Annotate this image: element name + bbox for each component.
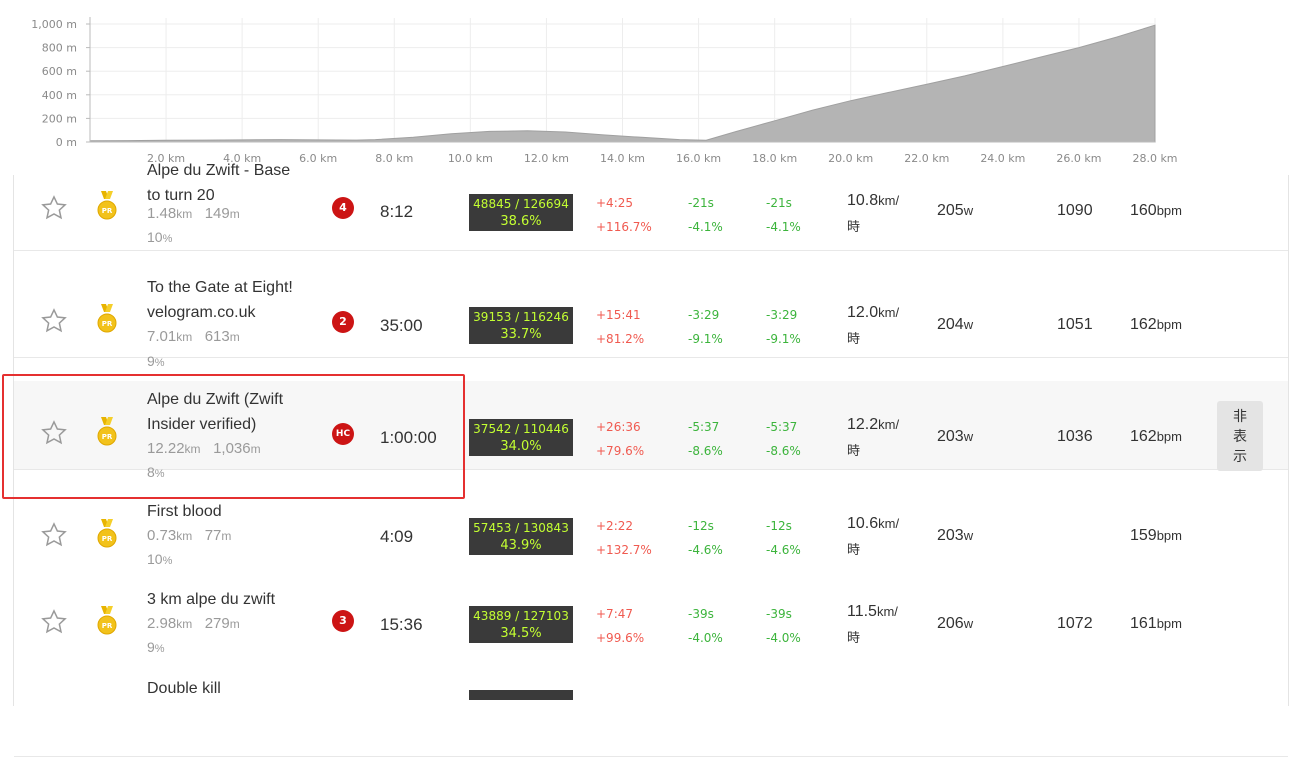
table-row: PR 3 km alpe du zwift 2.98km 279m 9% 3 1… [14,580,1288,669]
rank-badge [469,690,573,700]
table-row: Double kill [14,668,1288,757]
pr-medal-icon: PR [95,303,119,335]
segment-name[interactable]: First blood [147,499,327,524]
energy: 1036 [1057,428,1093,445]
heart-rate: 161bpm [1130,615,1182,632]
segment-name[interactable]: Alpe du Zwift - Base to turn 20 [147,158,327,208]
diff-vs-kom: +15:41 +81.2% [596,308,645,346]
segment-time: 35:00 [380,316,423,335]
diff-vs-pr: -12s -4.6% [688,519,723,557]
star-icon[interactable] [40,194,68,222]
star-icon[interactable] [40,521,68,549]
power: 206w [937,615,974,632]
segment-name[interactable]: 3 km alpe du zwift [147,587,327,612]
y-tick-label: 800 m [42,42,77,55]
segment-stats: 1.48km 149m [147,205,240,222]
diff-vs-pr: -21s -4.1% [688,196,723,234]
diff-vs-pr: -5:37 -8.6% [688,420,723,458]
segment-grade: 9% [147,639,165,655]
diff-vs-kom: +4:25 +116.7% [596,196,652,234]
energy: 1051 [1057,316,1093,333]
segment-stats: 2.98km 279m [147,615,240,632]
svg-text:PR: PR [102,207,113,215]
table-row: PR First blood 0.73km 77m 10% 4:09 57453… [14,493,1288,582]
segment-stats: 0.73km 77m [147,527,232,544]
svg-text:PR: PR [102,320,113,328]
segment-name[interactable]: To the Gate at Eight! velogram.co.uk [147,275,327,325]
climb-category-badge: 4 [332,197,354,219]
power: 204w [937,316,974,333]
pr-medal-icon: PR [95,605,119,637]
rank-badge: 57453 / 130843 43.9% [469,518,573,555]
segment-grade: 10% [147,229,173,245]
segment-time: 8:12 [380,202,414,221]
diff-vs-previous: -5:37 -8.6% [766,420,801,458]
diff-vs-pr: -3:29 -9.1% [688,308,723,346]
speed: 11.5km/時 [847,603,898,645]
table-row: PR Alpe du Zwift - Base to turn 20 1.48k… [14,162,1288,251]
y-tick-label: 600 m [42,65,77,78]
y-tick-labels: 1,000 m 800 m 600 m 400 m 200 m 0 m [31,18,90,149]
power: 205w [937,202,974,219]
selection-highlight [2,374,465,499]
energy: 1072 [1057,615,1093,632]
pr-medal-icon: PR [95,190,119,222]
segment-grade: 10% [147,551,173,567]
segment-time: 15:36 [380,615,423,634]
diff-vs-previous: -21s -4.1% [766,196,801,234]
heart-rate: 160bpm [1130,202,1182,219]
star-icon[interactable] [40,608,68,636]
rank-badge: 39153 / 116246 33.7% [469,307,573,344]
y-tick-label: 1,000 m [31,18,77,31]
speed: 12.2km/時 [847,416,900,458]
diff-vs-kom: +2:22 +132.7% [596,519,652,557]
svg-text:PR: PR [102,535,113,543]
pr-medal-icon: PR [95,518,119,550]
energy: 1090 [1057,202,1093,219]
hide-button[interactable]: 非表示 [1217,401,1263,471]
diff-vs-previous: -39s -4.0% [766,607,801,645]
y-tick-label: 400 m [42,89,77,102]
speed: 10.6km/時 [847,515,900,557]
y-tick-label: 0 m [56,136,77,149]
segment-stats: 7.01km 613m [147,328,240,345]
speed: 12.0km/時 [847,304,900,346]
svg-text:PR: PR [102,622,113,630]
rank-badge: 48845 / 126694 38.6% [469,194,573,231]
heart-rate: 162bpm [1130,428,1182,445]
heart-rate: 162bpm [1130,316,1182,333]
diff-vs-previous: -3:29 -9.1% [766,308,801,346]
rank-badge: 43889 / 127103 34.5% [469,606,573,643]
hide-button-label: 非表示 [1233,408,1247,464]
table-row: PR To the Gate at Eight! velogram.co.uk … [14,269,1288,369]
segment-name[interactable]: Double kill [147,676,327,701]
segment-grade: 9% [147,353,165,369]
climb-category-badge: 3 [332,610,354,632]
elevation-chart: 1,000 m800 m600 m400 m200 m0 m 2.0 km 4.0… [31,17,1178,165]
power: 203w [937,428,974,445]
power: 203w [937,527,974,544]
star-icon[interactable] [40,307,68,335]
climb-category-badge: 2 [332,311,354,333]
segment-time: 4:09 [380,527,414,546]
diff-vs-kom: +26:36 +79.6% [596,420,645,458]
diff-vs-kom: +7:47 +99.6% [596,607,645,645]
speed: 10.8km/時 [847,192,900,234]
y-tick-label: 200 m [42,112,77,125]
rank-badge: 37542 / 110446 34.0% [469,419,573,456]
diff-vs-pr: -39s -4.0% [688,607,723,645]
diff-vs-previous: -12s -4.6% [766,519,801,557]
heart-rate: 159bpm [1130,527,1182,544]
